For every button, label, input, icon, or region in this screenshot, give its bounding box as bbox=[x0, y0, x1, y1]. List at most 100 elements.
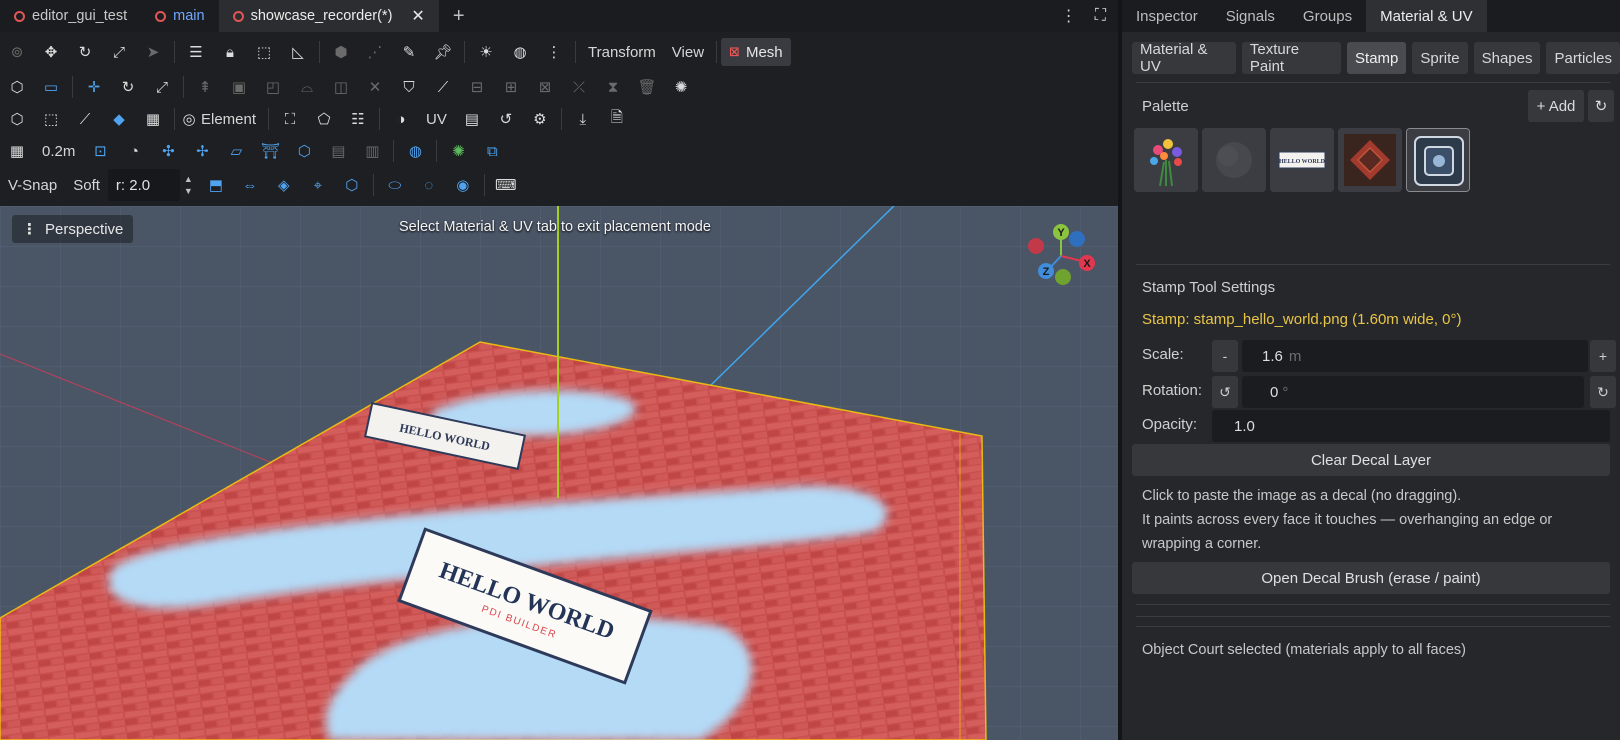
more-icon[interactable]: ⋮ bbox=[537, 37, 571, 67]
file-icon[interactable]: 🗎︎ bbox=[600, 104, 634, 134]
rotate-icon[interactable]: ↻ bbox=[68, 37, 102, 67]
sliders-icon[interactable]: ☷ bbox=[341, 104, 375, 134]
subtab-material-uv[interactable]: Material & UV bbox=[1132, 41, 1236, 75]
snap-edge-icon[interactable]: ✢ bbox=[185, 136, 219, 166]
tab-groups[interactable]: Groups bbox=[1289, 0, 1366, 32]
material-mode-icon[interactable]: ▦ bbox=[136, 104, 170, 134]
stack-icon[interactable]: ▤ bbox=[321, 136, 355, 166]
palette-item-hello-world[interactable]: HELLO WORLD bbox=[1270, 128, 1334, 192]
radius-stepper[interactable]: ▲ ▼ bbox=[184, 173, 193, 197]
scale-tool-icon[interactable]: ⤢ bbox=[145, 72, 179, 102]
scale-input[interactable]: 1.6 m bbox=[1242, 340, 1588, 372]
grid-icon[interactable]: ▦ bbox=[0, 136, 34, 166]
transform-menu[interactable]: Transform bbox=[580, 44, 664, 61]
rotate-cw-icon[interactable]: ↻ bbox=[1590, 376, 1616, 408]
element-mode-label[interactable]: Element bbox=[199, 111, 264, 128]
vsnap-toggle[interactable]: V-Snap bbox=[0, 177, 65, 194]
move-icon[interactable]: ✥ bbox=[34, 37, 68, 67]
knife-icon[interactable]: ⟋ bbox=[426, 72, 460, 102]
paint-icon[interactable]: ✎ bbox=[392, 37, 426, 67]
keyboard-icon[interactable]: ⌨ bbox=[489, 170, 523, 200]
edge-mode-icon[interactable]: ⟋ bbox=[68, 104, 102, 134]
perspective-menu[interactable]: ⋮ Perspective bbox=[12, 215, 134, 243]
circle-select-icon[interactable]: ◉ bbox=[446, 170, 480, 200]
close-icon[interactable]: ✕ bbox=[411, 6, 424, 26]
polygon-icon[interactable]: ⬠ bbox=[307, 104, 341, 134]
sphere-snap-icon[interactable]: ◍ bbox=[398, 136, 432, 166]
translate-icon[interactable]: ✛ bbox=[77, 72, 111, 102]
lasso-icon[interactable]: ◌ bbox=[412, 170, 446, 200]
scale-increment-button[interactable]: + bbox=[1590, 340, 1616, 372]
bevel-icon[interactable]: ⌓ bbox=[290, 72, 324, 102]
extrude-icon[interactable]: ◰ bbox=[256, 72, 290, 102]
settings-sun-icon[interactable]: ✺ bbox=[664, 72, 698, 102]
select-mode-icon[interactable]: ⊚ bbox=[0, 37, 34, 67]
environment-icon[interactable]: ◍ bbox=[503, 37, 537, 67]
paint-bucket-icon[interactable]: ⬒ bbox=[199, 170, 233, 200]
group-icon[interactable]: ⬚ bbox=[247, 37, 281, 67]
subtab-stamp[interactable]: Stamp bbox=[1347, 42, 1407, 74]
mesh-object-icon[interactable]: ⬢ bbox=[324, 37, 358, 67]
subtab-shapes[interactable]: Shapes bbox=[1473, 42, 1541, 74]
shading-icon[interactable]: ◑ bbox=[384, 104, 418, 134]
reset-icon[interactable]: ↺ bbox=[489, 104, 523, 134]
uv-button[interactable]: UV bbox=[418, 111, 455, 128]
view-menu[interactable]: View bbox=[664, 44, 712, 61]
snap-face-icon[interactable]: ▱ bbox=[219, 136, 253, 166]
3d-viewport[interactable]: HELLO WORLD HELLO WORLD PDI BUILDER ⋮ Pe… bbox=[0, 206, 1118, 740]
axis-gizmo[interactable]: Y X Z bbox=[1024, 222, 1098, 292]
subdivide-icon[interactable]: ⊠ bbox=[528, 72, 562, 102]
tab-signals[interactable]: Signals bbox=[1212, 0, 1289, 32]
dissolve-icon[interactable]: ⤫ bbox=[562, 72, 596, 102]
pointer-icon[interactable]: ➤ bbox=[136, 37, 170, 67]
bucket-icon[interactable]: ⛉ bbox=[392, 72, 426, 102]
cube-snap-icon[interactable]: ⬡ bbox=[287, 136, 321, 166]
vertex-cube-icon[interactable]: ⬡ bbox=[0, 104, 34, 134]
soft-radius-input[interactable]: r: 2.0 bbox=[107, 169, 180, 201]
add-stamp-button[interactable]: + Add bbox=[1528, 90, 1584, 122]
rotation-input[interactable]: 0 ° bbox=[1242, 376, 1584, 408]
add-scene-tab-icon[interactable]: + bbox=[439, 0, 479, 32]
subtab-particles[interactable]: Particles bbox=[1546, 42, 1620, 74]
scene-tab-main[interactable]: main bbox=[141, 0, 218, 32]
align-icon[interactable]: ⇞ bbox=[188, 72, 222, 102]
delete-icon[interactable]: 🗑︎ bbox=[630, 72, 664, 102]
palette-item-flowers[interactable] bbox=[1134, 128, 1198, 192]
sun-icon[interactable]: ☀ bbox=[469, 37, 503, 67]
split-icon[interactable]: ◫ bbox=[324, 72, 358, 102]
soft-select-toggle[interactable]: Soft bbox=[65, 177, 108, 194]
bones-icon[interactable]: ⋰ bbox=[358, 37, 392, 67]
target-icon[interactable]: ◈ bbox=[267, 170, 301, 200]
distraction-free-icon[interactable]: ⛶ bbox=[1095, 7, 1106, 25]
inset-icon[interactable]: ▣ bbox=[222, 72, 256, 102]
mesh-mode-button[interactable]: ⊠ Mesh bbox=[721, 38, 791, 66]
scene-tab-showcase-recorder[interactable]: showcase_recorder(*) ✕ bbox=[218, 0, 439, 32]
document-icon[interactable]: ▤ bbox=[455, 104, 489, 134]
palette-item-carpet[interactable] bbox=[1338, 128, 1402, 192]
palette-item-smoke[interactable] bbox=[1202, 128, 1266, 192]
tab-inspector[interactable]: Inspector bbox=[1122, 0, 1212, 32]
subtab-texture-paint[interactable]: Texture Paint bbox=[1241, 41, 1342, 75]
light-icon[interactable]: ✺ bbox=[441, 136, 475, 166]
column-icon[interactable]: ▥ bbox=[355, 136, 389, 166]
clear-decal-layer-button[interactable]: Clear Decal Layer bbox=[1132, 444, 1610, 476]
scale-decrement-button[interactable]: - bbox=[1212, 340, 1238, 372]
list-select-icon[interactable]: ☰ bbox=[179, 37, 213, 67]
tab-material-uv[interactable]: Material & UV bbox=[1366, 0, 1487, 32]
opacity-input[interactable]: 1.0 bbox=[1212, 410, 1610, 442]
pin-icon[interactable]: 📌︎ bbox=[426, 37, 460, 67]
magnet-icon[interactable]: ⌖ bbox=[301, 170, 335, 200]
scene-tab-editor-gui-test[interactable]: editor_gui_test bbox=[0, 0, 141, 32]
snap-vertex-icon[interactable]: ✣ bbox=[151, 136, 185, 166]
layers-icon[interactable]: ▭ bbox=[34, 72, 68, 102]
cube-icon[interactable]: ⬡ bbox=[0, 72, 34, 102]
flip-icon[interactable]: ⧗ bbox=[596, 72, 630, 102]
more-options-icon[interactable]: ⋮ bbox=[1061, 6, 1077, 26]
download-icon[interactable]: ⤓ bbox=[566, 104, 600, 134]
weld-icon[interactable]: ✕ bbox=[358, 72, 392, 102]
gear-icon[interactable]: ⚙ bbox=[523, 104, 557, 134]
ring-select-icon[interactable]: ⬭ bbox=[378, 170, 412, 200]
subtab-sprite[interactable]: Sprite bbox=[1412, 42, 1468, 74]
grid-size-value[interactable]: 0.2m bbox=[34, 143, 83, 160]
snap-center-icon[interactable]: ◔ bbox=[117, 136, 151, 166]
